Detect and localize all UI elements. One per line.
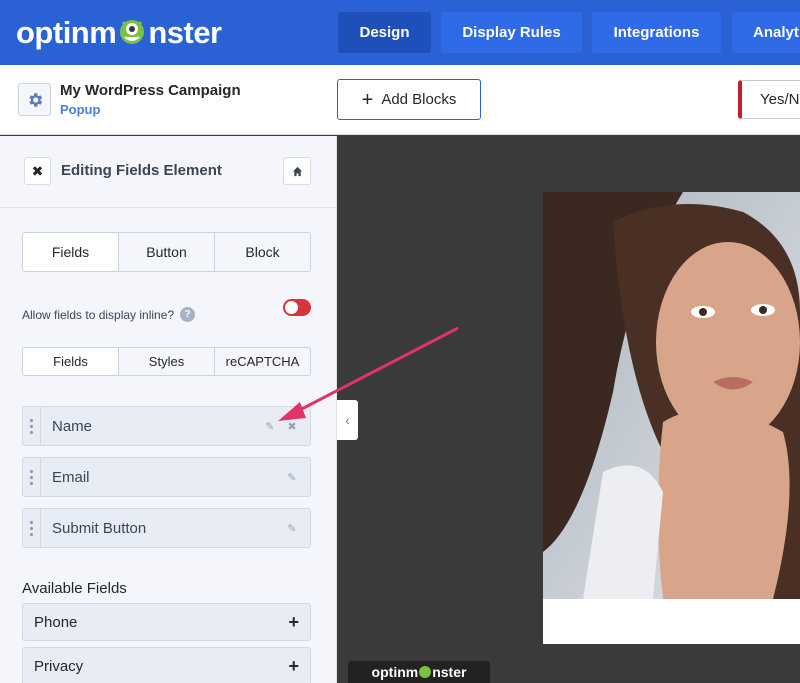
gear-icon <box>28 92 42 107</box>
field-item-name[interactable]: Name ✎ ✖ <box>22 406 311 446</box>
field-sub-tabs: Fields Styles reCAPTCHA <box>22 347 311 376</box>
sidebar-title: Editing Fields Element <box>61 162 222 179</box>
tab-analytics[interactable]: Analyt <box>732 12 800 53</box>
field-label: Name <box>52 417 93 435</box>
available-field-phone[interactable]: Phone + <box>22 603 311 641</box>
sidebar-header: ✖ Editing Fields Element <box>0 136 336 208</box>
home-button[interactable] <box>283 157 311 185</box>
tab-fields[interactable]: Fields <box>23 233 118 271</box>
home-icon <box>292 166 302 176</box>
footer-text-end: nster <box>432 664 467 680</box>
monster-mascot-icon <box>117 16 147 46</box>
field-label: Email <box>52 468 90 486</box>
pencil-icon[interactable]: ✎ <box>286 471 298 484</box>
remove-icon[interactable]: ✖ <box>286 420 298 433</box>
footer-text-start: optinm <box>371 664 419 680</box>
subtab-styles[interactable]: Styles <box>118 348 214 375</box>
drag-handle-icon[interactable] <box>23 458 41 496</box>
element-tabs: Fields Button Block <box>22 232 311 272</box>
logo-text-end: nster <box>148 15 222 50</box>
optinmonster-logo[interactable]: optinm nster <box>16 14 222 52</box>
subtab-fields[interactable]: Fields <box>23 348 118 375</box>
available-field-label: Phone <box>34 613 78 631</box>
campaign-settings-button[interactable] <box>18 83 51 116</box>
close-button[interactable]: ✖ <box>24 157 51 185</box>
help-icon[interactable]: ? <box>180 307 196 322</box>
campaign-title: My WordPress Campaign <box>60 82 241 99</box>
field-item-submit-button[interactable]: Submit Button ✎ <box>22 508 311 548</box>
plus-icon: + <box>361 88 374 111</box>
tab-integrations[interactable]: Integrations <box>592 12 721 53</box>
available-field-label: Privacy <box>34 657 84 675</box>
tab-design[interactable]: Design <box>338 12 431 53</box>
top-nav: optinm nster Design Display Rules Integr… <box>0 0 800 65</box>
inline-fields-label: Allow fields to display inline? <box>22 307 175 322</box>
campaign-header: My WordPress Campaign Popup + Add Blocks… <box>0 65 800 135</box>
yes-no-button[interactable]: Yes/N <box>738 80 800 119</box>
tab-button[interactable]: Button <box>118 233 214 271</box>
inline-fields-toggle[interactable] <box>283 299 311 316</box>
field-label: Submit Button <box>52 519 147 537</box>
monster-mascot-icon <box>419 666 432 678</box>
available-fields-heading: Available Fields <box>22 580 127 597</box>
popup-photo <box>543 192 800 599</box>
add-blocks-button[interactable]: + Add Blocks <box>337 79 481 120</box>
drag-handle-icon[interactable] <box>23 509 41 547</box>
toggle-knob <box>285 301 298 314</box>
campaign-type: Popup <box>60 102 101 117</box>
logo-text-start: optinm <box>16 15 117 50</box>
close-icon: ✖ <box>31 162 44 179</box>
pencil-icon[interactable]: ✎ <box>286 522 298 535</box>
plus-icon[interactable]: + <box>288 612 299 633</box>
available-field-privacy[interactable]: Privacy + <box>22 647 311 683</box>
plus-icon[interactable]: + <box>288 656 299 677</box>
field-item-email[interactable]: Email ✎ <box>22 457 311 497</box>
chevron-left-icon: ‹ <box>345 412 350 428</box>
collapse-sidebar-button[interactable]: ‹ <box>337 400 358 440</box>
sidebar: ✖ Editing Fields Element Fields Button B… <box>0 136 337 683</box>
tab-block[interactable]: Block <box>214 233 310 271</box>
add-blocks-label: Add Blocks <box>381 91 457 108</box>
subtab-recaptcha[interactable]: reCAPTCHA <box>214 348 310 375</box>
footer-brand-badge: optinm nster <box>348 661 490 683</box>
tab-display-rules[interactable]: Display Rules <box>441 12 582 53</box>
inline-fields-setting: Allow fields to display inline? ? <box>22 307 196 322</box>
drag-handle-icon[interactable] <box>23 407 41 445</box>
pencil-icon[interactable]: ✎ <box>264 420 276 433</box>
